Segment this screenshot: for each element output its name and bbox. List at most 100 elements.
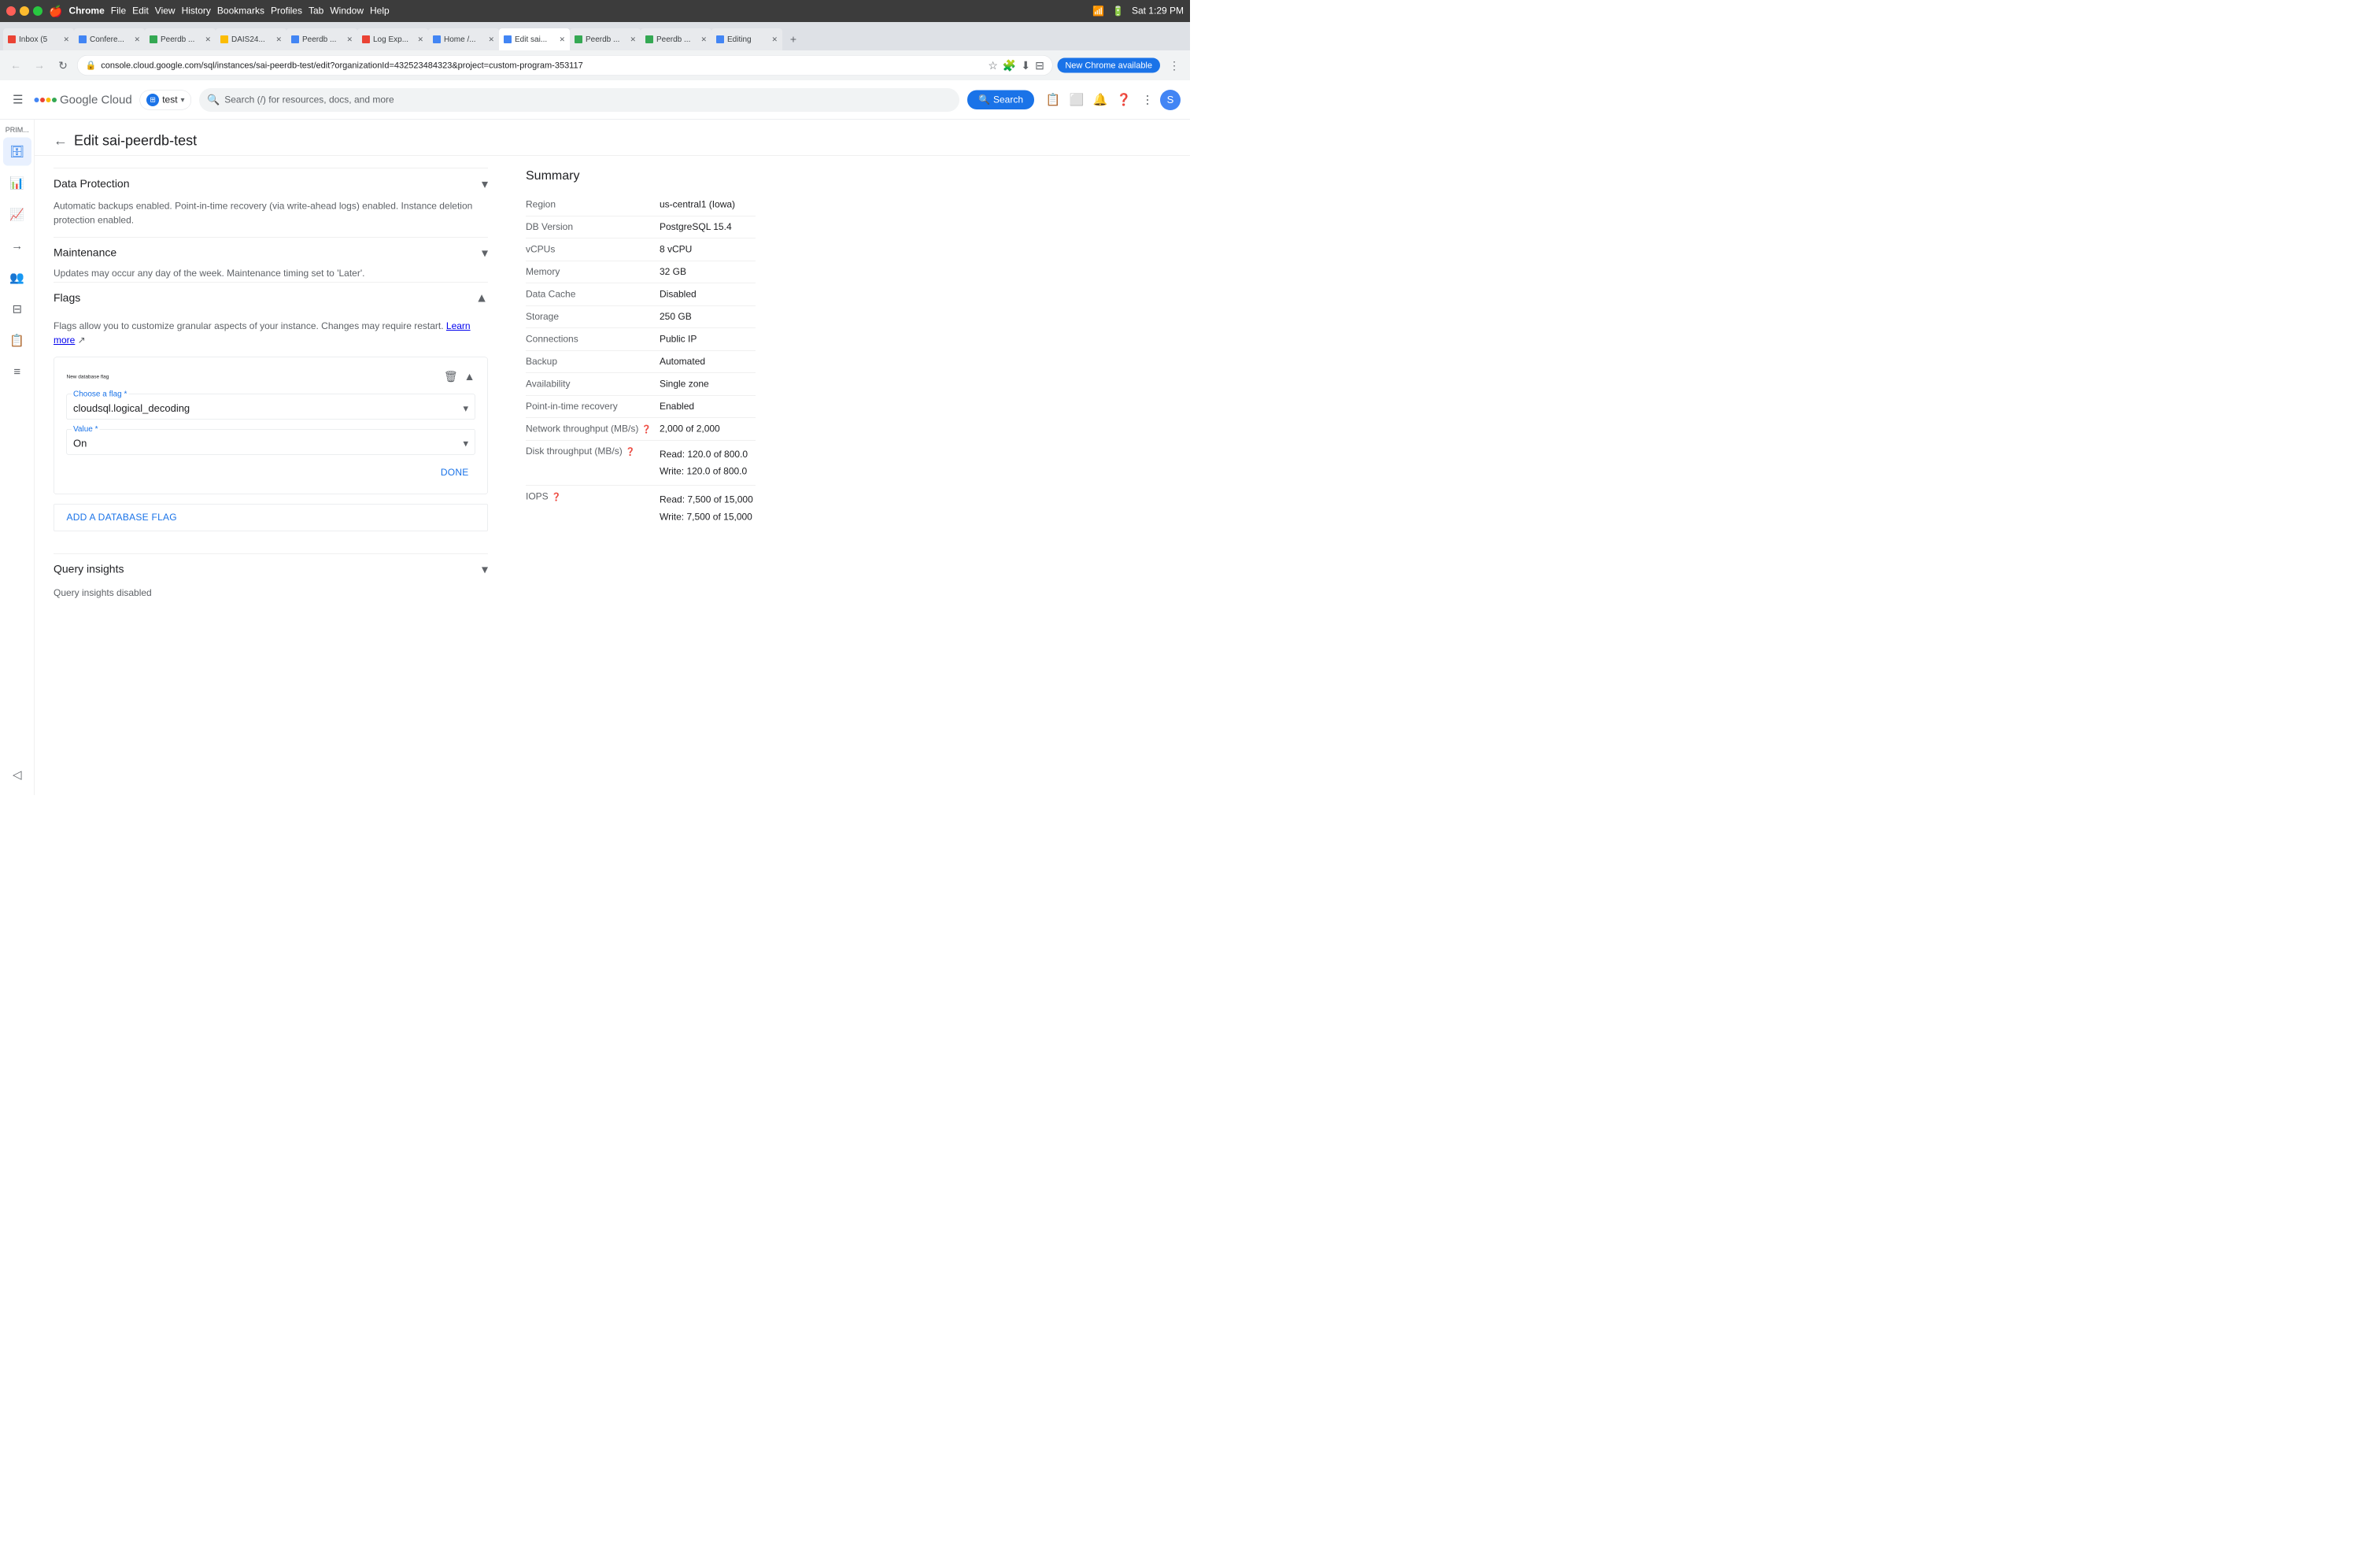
- new-tab-button[interactable]: +: [782, 28, 804, 50]
- help-menu[interactable]: Help: [370, 6, 390, 17]
- cloud-shell-btn[interactable]: ⬜: [1066, 89, 1088, 111]
- settings-dots-btn[interactable]: ⋮: [1136, 89, 1159, 111]
- extensions-icon[interactable]: 🧩: [1003, 59, 1016, 72]
- sidebar-item-pipelines[interactable]: →: [3, 232, 31, 261]
- tab-close-home[interactable]: ✕: [488, 35, 494, 44]
- choose-flag-dropdown-icon[interactable]: ▾: [463, 402, 468, 415]
- history-menu[interactable]: History: [182, 6, 211, 17]
- tab-editing[interactable]: Editing ✕: [711, 28, 782, 50]
- sidebar-item-databases[interactable]: 🗄: [3, 138, 31, 166]
- download-icon[interactable]: ⬇: [1021, 59, 1030, 72]
- back-button[interactable]: ←: [6, 56, 25, 75]
- maintenance-header[interactable]: Maintenance ▾: [54, 238, 488, 268]
- value-wrapper[interactable]: Value * On ▾: [67, 429, 475, 455]
- file-menu[interactable]: File: [111, 6, 126, 17]
- user-avatar[interactable]: S: [1160, 90, 1181, 110]
- iops-help-icon[interactable]: ❓: [552, 492, 561, 502]
- search-button[interactable]: 🔍 Search: [967, 91, 1034, 110]
- summary-val-dbversion: PostgreSQL 15.4: [660, 222, 756, 233]
- app-name[interactable]: Chrome: [68, 6, 104, 17]
- edit-menu[interactable]: Edit: [132, 6, 149, 17]
- notifications-btn[interactable]: 📋: [1042, 89, 1064, 111]
- tab-editsai[interactable]: Edit sai... ✕: [499, 28, 570, 50]
- flags-header[interactable]: Flags ▲: [54, 283, 488, 313]
- maximize-window-btn[interactable]: [33, 6, 42, 16]
- search-bar[interactable]: 🔍 Search (/) for resources, docs, and mo…: [199, 88, 959, 112]
- hamburger-menu-button[interactable]: ☰: [9, 90, 26, 110]
- tab-close-editsai[interactable]: ✕: [559, 35, 565, 44]
- sidebar-item-analytics[interactable]: 📈: [3, 201, 31, 229]
- value-dropdown-icon[interactable]: ▾: [463, 438, 468, 450]
- done-button[interactable]: DONE: [434, 464, 475, 482]
- value-field: Value * On ▾: [67, 429, 475, 455]
- chrome-update-badge[interactable]: New Chrome available: [1057, 58, 1160, 73]
- profiles-menu[interactable]: Profiles: [271, 6, 302, 17]
- tab-peerdb1[interactable]: Peerdb ... ✕: [145, 28, 216, 50]
- addr-icons: ☆ 🧩 ⬇ ⊟: [988, 59, 1044, 72]
- project-selector[interactable]: ⊞ test ▾: [140, 90, 191, 109]
- network-throughput-help-icon[interactable]: ❓: [641, 424, 651, 435]
- bell-btn[interactable]: 🔔: [1089, 89, 1111, 111]
- summary-content: Summary Region us-central1 (Iowa) DB Ver…: [526, 168, 756, 531]
- summary-val-connections: Public IP: [660, 334, 756, 345]
- tab-peerdb3[interactable]: Peerdb ... ✕: [570, 28, 641, 50]
- minimize-window-btn[interactable]: [20, 6, 29, 16]
- tab-close-peerdb2[interactable]: ✕: [346, 35, 353, 44]
- tab-conf[interactable]: Confere... ✕: [74, 28, 145, 50]
- users-icon: 👥: [9, 271, 24, 285]
- tab-close-peerdb4[interactable]: ✕: [700, 35, 707, 44]
- reload-button[interactable]: ↻: [54, 56, 72, 75]
- tab-peerdb2[interactable]: Peerdb ... ✕: [286, 28, 357, 50]
- sidebar-item-tables[interactable]: ⊟: [3, 295, 31, 324]
- learn-more-link[interactable]: Learn more: [54, 321, 471, 346]
- tab-label-peerdb4: Peerdb ...: [656, 35, 697, 44]
- query-insights-header[interactable]: Query insights ▾: [54, 553, 488, 585]
- url-bar[interactable]: 🔒 console.cloud.google.com/sql/instances…: [77, 55, 1052, 76]
- databases-icon: 🗄: [9, 145, 24, 159]
- tab-close-peerdb1[interactable]: ✕: [205, 35, 211, 44]
- tab-close-logexp[interactable]: ✕: [417, 35, 423, 44]
- tab-home[interactable]: Home /... ✕: [428, 28, 499, 50]
- disk-throughput-help-icon[interactable]: ❓: [626, 446, 635, 457]
- content-main: Data Protection ▾ Automatic backups enab…: [35, 156, 507, 615]
- bookmark-icon[interactable]: ☆: [988, 59, 998, 72]
- address-bar: ← → ↻ 🔒 console.cloud.google.com/sql/ins…: [0, 50, 1190, 80]
- close-window-btn[interactable]: [6, 6, 16, 16]
- sidebar-item-monitoring[interactable]: 📊: [3, 169, 31, 198]
- sidebar-item-reports[interactable]: 📋: [3, 327, 31, 355]
- bookmarks-menu[interactable]: Bookmarks: [217, 6, 264, 17]
- help-btn[interactable]: ❓: [1113, 89, 1135, 111]
- tab-gmail[interactable]: Inbox (5 ✕: [3, 28, 74, 50]
- view-menu[interactable]: View: [155, 6, 176, 17]
- choose-flag-wrapper[interactable]: Choose a flag * cloudsql.logical_decodin…: [67, 394, 475, 420]
- data-protection-header[interactable]: Data Protection ▾: [54, 168, 488, 199]
- window-menu[interactable]: Window: [330, 6, 364, 17]
- search-button-label: Search: [993, 94, 1023, 105]
- data-protection-body: Automatic backups enabled. Point-in-time…: [54, 199, 488, 231]
- url-text: console.cloud.google.com/sql/instances/s…: [101, 61, 983, 71]
- tab-close-dais[interactable]: ✕: [275, 35, 282, 44]
- delete-flag-button[interactable]: 🗑: [444, 370, 458, 383]
- sidebar-toggle-icon[interactable]: ⊟: [1035, 59, 1044, 72]
- sidebar-item-logs[interactable]: ≡: [3, 358, 31, 386]
- sidebar-item-collapse[interactable]: ◁: [3, 760, 31, 789]
- tab-menu[interactable]: Tab: [309, 6, 323, 17]
- tab-dais[interactable]: DAIS24... ✕: [216, 28, 286, 50]
- back-nav-button[interactable]: ←: [54, 132, 68, 149]
- summary-row-pitr: Point-in-time recovery Enabled: [526, 396, 756, 419]
- tab-close-peerdb3[interactable]: ✕: [630, 35, 636, 44]
- collapse-flag-button[interactable]: ▲: [464, 370, 475, 383]
- gc-logo-dots: [34, 98, 57, 102]
- tab-label-peerdb1: Peerdb ...: [161, 35, 201, 44]
- tab-close-gmail[interactable]: ✕: [63, 35, 69, 44]
- forward-button[interactable]: →: [30, 56, 49, 75]
- more-options-button[interactable]: ⋮: [1165, 56, 1184, 75]
- tab-close-editing[interactable]: ✕: [771, 35, 778, 44]
- summary-row-dbversion: DB Version PostgreSQL 15.4: [526, 216, 756, 239]
- tab-close-conf[interactable]: ✕: [134, 35, 140, 44]
- sidebar-item-users[interactable]: 👥: [3, 264, 31, 292]
- tab-logexp[interactable]: Log Exp... ✕: [357, 28, 428, 50]
- tab-peerdb4[interactable]: Peerdb ... ✕: [641, 28, 711, 50]
- apple-menu[interactable]: 🍎: [49, 5, 62, 18]
- add-database-flag-button[interactable]: ADD A DATABASE FLAG: [54, 504, 488, 531]
